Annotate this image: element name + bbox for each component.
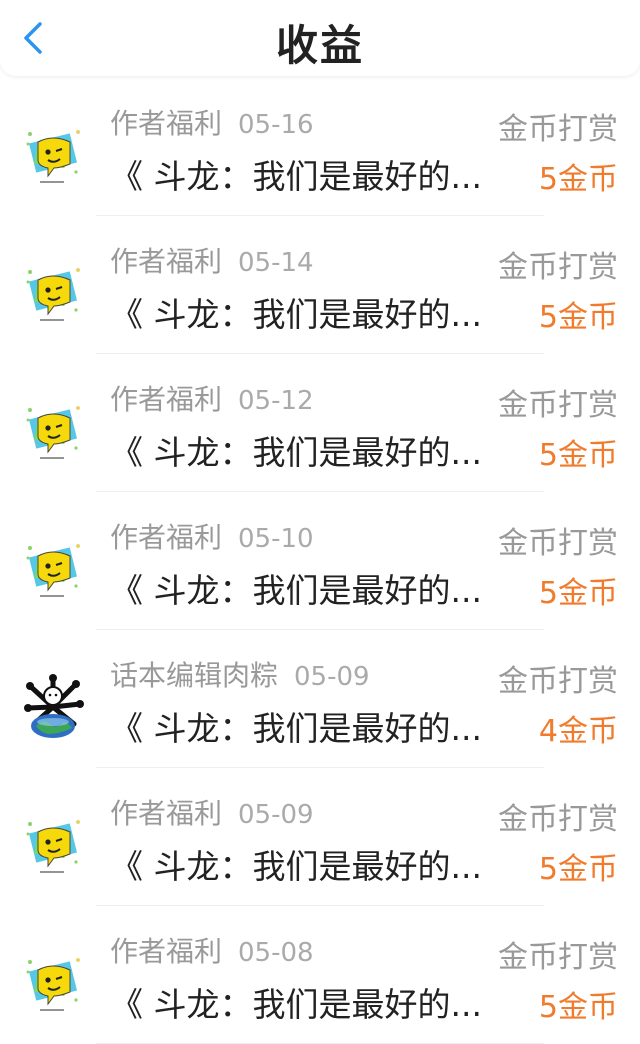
book-title[interactable]: 《 斗龙：我们是最好的... bbox=[110, 426, 490, 474]
row-meta: 作者福利 05-10 bbox=[110, 516, 314, 556]
header-bar: 收益 bbox=[0, 0, 640, 76]
row-date: 05-08 bbox=[238, 938, 314, 968]
earning-row[interactable]: 作者福利 05-16 《 斗龙：我们是最好的... 金币打赏 5金币 bbox=[0, 78, 640, 216]
book-title[interactable]: 《 斗龙：我们是最好的... bbox=[110, 702, 490, 750]
source-name: 话本编辑肉粽 bbox=[110, 659, 279, 692]
book-title[interactable]: 《 斗龙：我们是最好的... bbox=[110, 288, 490, 336]
reward-type: 金币打赏 bbox=[498, 802, 618, 837]
earning-row[interactable]: 作者福利 05-12 《 斗龙：我们是最好的... 金币打赏 5金币 bbox=[0, 354, 640, 492]
reward-type: 金币打赏 bbox=[498, 526, 618, 561]
source-name: 作者福利 bbox=[110, 383, 223, 416]
editor-avatar[interactable] bbox=[20, 674, 86, 740]
row-meta: 作者福利 05-12 bbox=[110, 378, 314, 418]
reward-amount: 5金币 bbox=[538, 438, 618, 473]
row-date: 05-12 bbox=[238, 386, 314, 416]
row-date: 05-16 bbox=[238, 110, 314, 140]
reward-amount: 4金币 bbox=[538, 714, 618, 749]
earning-row[interactable]: 作者福利 05-09 《 斗龙：我们是最好的... 金币打赏 5金币 bbox=[0, 768, 640, 906]
row-date: 05-09 bbox=[238, 800, 314, 830]
book-title[interactable]: 《 斗龙：我们是最好的... bbox=[110, 564, 490, 612]
book-title[interactable]: 《 斗龙：我们是最好的... bbox=[110, 840, 490, 888]
reward-type: 金币打赏 bbox=[498, 250, 618, 285]
reward-type: 金币打赏 bbox=[498, 388, 618, 423]
source-name: 作者福利 bbox=[110, 107, 223, 140]
author-welfare-avatar[interactable] bbox=[20, 812, 86, 878]
earning-row[interactable]: 作者福利 05-10 《 斗龙：我们是最好的... 金币打赏 5金币 bbox=[0, 492, 640, 630]
row-date: 05-14 bbox=[238, 248, 314, 278]
author-welfare-avatar[interactable] bbox=[20, 536, 86, 602]
row-meta: 话本编辑肉粽 05-09 bbox=[110, 654, 370, 694]
reward-amount: 5金币 bbox=[538, 990, 618, 1025]
reward-type: 金币打赏 bbox=[498, 940, 618, 975]
source-name: 作者福利 bbox=[110, 797, 223, 830]
reward-type: 金币打赏 bbox=[498, 112, 618, 147]
row-meta: 作者福利 05-14 bbox=[110, 240, 314, 280]
reward-type: 金币打赏 bbox=[498, 664, 618, 699]
row-meta: 作者福利 05-09 bbox=[110, 792, 314, 832]
row-date: 05-09 bbox=[294, 662, 370, 692]
source-name: 作者福利 bbox=[110, 521, 223, 554]
row-meta: 作者福利 05-08 bbox=[110, 930, 314, 970]
author-welfare-avatar[interactable] bbox=[20, 122, 86, 188]
reward-amount: 5金币 bbox=[538, 162, 618, 197]
row-date: 05-10 bbox=[238, 524, 314, 554]
earning-row[interactable]: 作者福利 05-08 《 斗龙：我们是最好的... 金币打赏 5金币 bbox=[0, 906, 640, 1044]
reward-amount: 5金币 bbox=[538, 852, 618, 887]
book-title[interactable]: 《 斗龙：我们是最好的... bbox=[110, 150, 490, 198]
book-title[interactable]: 《 斗龙：我们是最好的... bbox=[110, 978, 490, 1026]
reward-amount: 5金币 bbox=[538, 300, 618, 335]
earnings-list: 作者福利 05-16 《 斗龙：我们是最好的... 金币打赏 5金币 作者福利 05-14 《… bbox=[0, 78, 640, 1044]
reward-amount: 5金币 bbox=[538, 576, 618, 611]
author-welfare-avatar[interactable] bbox=[20, 260, 86, 326]
author-welfare-avatar[interactable] bbox=[20, 950, 86, 1016]
earning-row[interactable]: 作者福利 05-14 《 斗龙：我们是最好的... 金币打赏 5金币 bbox=[0, 216, 640, 354]
source-name: 作者福利 bbox=[110, 935, 223, 968]
page-title: 收益 bbox=[275, 21, 364, 70]
source-name: 作者福利 bbox=[110, 245, 223, 278]
earning-row[interactable]: 话本编辑肉粽 05-09 《 斗龙：我们是最好的... 金币打赏 4金币 bbox=[0, 630, 640, 768]
row-meta: 作者福利 05-16 bbox=[110, 102, 314, 142]
author-welfare-avatar[interactable] bbox=[20, 398, 86, 464]
